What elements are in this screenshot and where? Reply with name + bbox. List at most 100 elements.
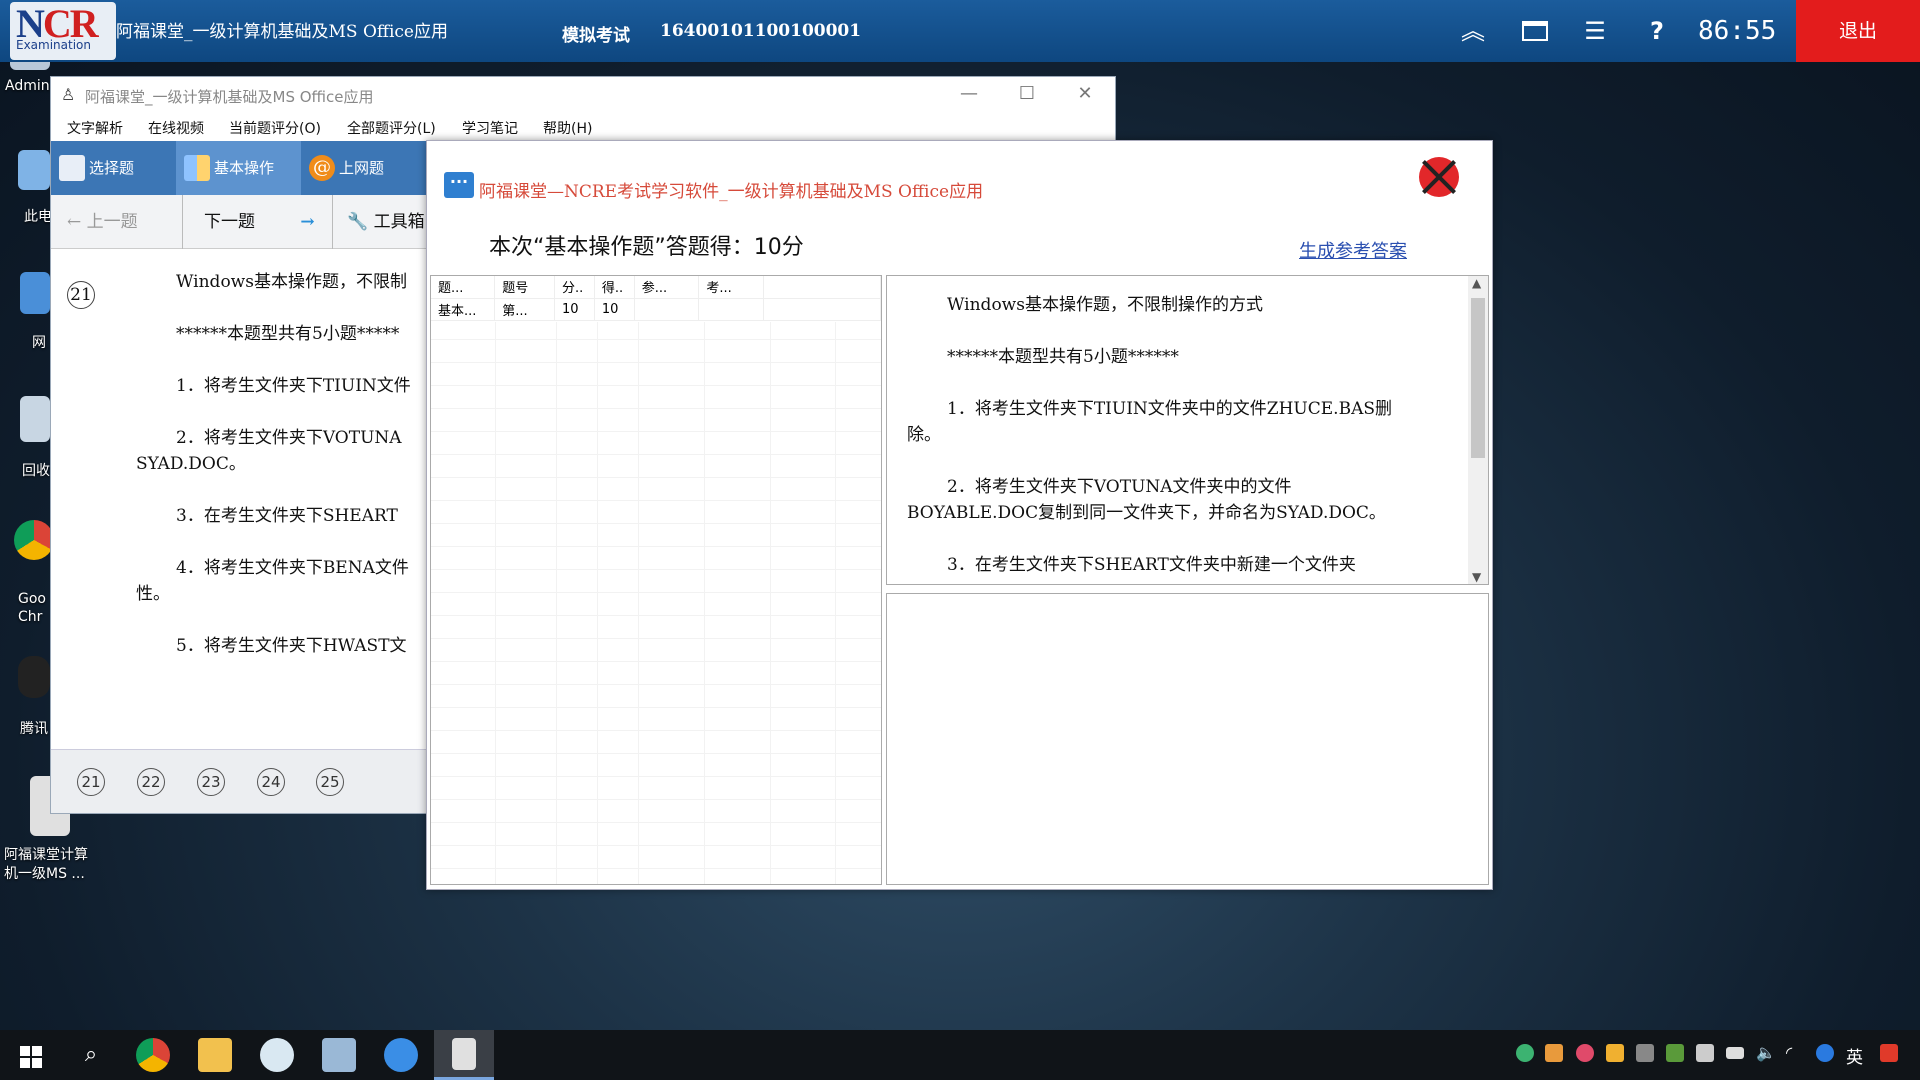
presentation-icon[interactable] <box>322 1038 356 1072</box>
scroll-up-icon[interactable]: ▲ <box>1472 276 1481 290</box>
question-number-bar: 21 22 23 24 25 <box>51 749 426 813</box>
main-titlebar: ♙ 阿福课堂_一级计算机基础及MS Office应用 — ☐ ✕ <box>51 77 1115 113</box>
dialog-title: 阿福课堂—NCRE考试学习软件_一级计算机基础及MS Office应用 <box>479 182 984 202</box>
tray-monitor-icon[interactable] <box>1636 1044 1654 1062</box>
generate-answer-link[interactable]: 生成参考答案 <box>1299 237 1407 263</box>
bluetooth-icon[interactable] <box>1816 1044 1834 1062</box>
col-header[interactable]: 题号 <box>494 276 556 299</box>
col-header[interactable]: 题... <box>431 276 496 299</box>
col-header[interactable]: 考... <box>698 276 765 299</box>
recycle-bin-icon[interactable] <box>20 396 50 442</box>
tray-flower-icon[interactable] <box>1576 1044 1594 1062</box>
table-empty-grid <box>431 322 881 884</box>
next-question-button[interactable]: 下一题 → <box>204 201 315 243</box>
qq-icon[interactable] <box>18 656 50 698</box>
score-result-text: 本次“基本操作题”答题得：10分 <box>489 235 804 260</box>
table-cell <box>698 298 765 321</box>
minimize-button[interactable]: — <box>949 83 989 104</box>
question-number-25[interactable]: 25 <box>316 768 344 796</box>
exam-timer: 86:55 <box>1698 16 1777 46</box>
maximize-button[interactable]: ☐ <box>1007 83 1047 104</box>
close-window-button[interactable]: ✕ <box>1065 83 1105 104</box>
question-line: 4．将考生文件夹下BENA文件 <box>176 558 409 578</box>
tray-screen-icon[interactable] <box>1696 1044 1714 1062</box>
main-menubar: 文字解析 在线视频 当前题评分(O) 全部题评分(L) 学习笔记 帮助(H) <box>51 113 1115 141</box>
table-header-row: 题... 题号 分.. 得.. 参... 考... <box>431 276 881 299</box>
current-question-number: 21 <box>67 281 95 309</box>
question-line: 5．将考生文件夹下HWAST文 <box>176 636 407 656</box>
chat-bubble-icon: ··· <box>444 172 474 198</box>
question-line: 1．将考生文件夹下TIUIN文件 <box>176 376 411 396</box>
tray-nvidia-icon[interactable] <box>1666 1044 1684 1062</box>
mode-tabs: 选择题 基本操作 @ 上网题 <box>51 141 426 195</box>
toolbox-button[interactable]: 🔧 工具箱 <box>347 201 425 243</box>
question-number-22[interactable]: 22 <box>137 768 165 796</box>
tab-internet[interactable]: @ 上网题 <box>301 141 426 195</box>
choice-icon <box>59 155 85 181</box>
answer-line: 2．将考生文件夹下VOTUNA文件夹中的文件 <box>947 477 1292 497</box>
exam-id: 16400101100100001 <box>660 21 862 41</box>
tab-basic-operation[interactable]: 基本操作 <box>176 141 301 195</box>
table-cell: 10 <box>594 298 635 321</box>
menu-score-all[interactable]: 全部题评分(L) <box>347 118 436 138</box>
col-header[interactable]: 分.. <box>554 276 595 299</box>
tray-doc-icon[interactable] <box>1545 1044 1563 1062</box>
afu-taskbar-item[interactable] <box>434 1030 494 1080</box>
wifi-icon[interactable]: ◜ <box>1786 1044 1804 1062</box>
volume-icon[interactable]: 🔈 <box>1756 1044 1776 1062</box>
collapse-up-icon[interactable]: ︽ <box>1458 16 1488 46</box>
answer-text-box[interactable]: Windows基本操作题，不限制操作的方式 ******本题型共有5小题****… <box>886 275 1489 585</box>
question-line: ******本题型共有5小题***** <box>176 324 400 344</box>
browser-e-icon[interactable] <box>384 1038 418 1072</box>
exit-button[interactable]: 退出 <box>1796 0 1920 62</box>
answer-line: BOYABLE.DOC复制到同一文件夹下，并命名为SYAD.DOC。 <box>907 503 1386 523</box>
menu-score-current[interactable]: 当前题评分(O) <box>229 118 321 138</box>
help-icon[interactable]: ? <box>1642 16 1672 46</box>
score-dialog: ··· 阿福课堂—NCRE考试学习软件_一级计算机基础及MS Office应用 … <box>426 140 1493 890</box>
prev-question-button[interactable]: ← 上一题 <box>67 201 138 243</box>
question-number-24[interactable]: 24 <box>257 768 285 796</box>
question-nav: ← 上一题 下一题 → 🔧 工具箱 <box>51 195 426 249</box>
tray-s-icon[interactable] <box>1880 1044 1898 1062</box>
dialog-close-button[interactable] <box>1419 157 1459 197</box>
menu-help[interactable]: 帮助(H) <box>543 118 592 138</box>
desktop-label-qq: 腾讯 <box>20 721 48 737</box>
question-line: 2．将考生文件夹下VOTUNA <box>176 428 402 448</box>
tray-green-icon[interactable] <box>1516 1044 1534 1062</box>
question-content: 21 Windows基本操作题，不限制 ******本题型共有5小题***** … <box>51 249 426 749</box>
scroll-down-icon[interactable]: ▼ <box>1472 570 1481 584</box>
window-icon[interactable] <box>1520 16 1550 46</box>
result-box[interactable] <box>886 593 1489 885</box>
grid-icon <box>184 155 210 181</box>
taskbar: ⌕ 🔈 ◜ 英 <box>0 1030 1920 1080</box>
search-icon[interactable]: ⌕ <box>74 1038 108 1072</box>
battery-icon[interactable] <box>1726 1047 1744 1059</box>
this-pc-icon[interactable] <box>18 150 50 190</box>
menu-online-video[interactable]: 在线视频 <box>148 118 204 138</box>
tray-people-icon[interactable] <box>1606 1044 1624 1062</box>
chrome-icon[interactable] <box>14 520 54 560</box>
settings-flower-icon[interactable] <box>260 1038 294 1072</box>
question-number-23[interactable]: 23 <box>197 768 225 796</box>
col-header[interactable]: 得.. <box>594 276 635 299</box>
wrench-icon: 🔧 <box>347 212 369 232</box>
network-icon[interactable] <box>20 272 50 314</box>
file-explorer-icon[interactable] <box>198 1038 232 1072</box>
arrow-right-icon: → <box>300 212 315 232</box>
tab-choice[interactable]: 选择题 <box>51 141 176 195</box>
scroll-thumb[interactable] <box>1471 298 1485 458</box>
question-number-21[interactable]: 21 <box>77 768 105 796</box>
chrome-taskbar-icon[interactable] <box>136 1038 170 1072</box>
menu-study-notes[interactable]: 学习笔记 <box>462 118 518 138</box>
table-row[interactable]: 基本... 第... 10 10 <box>431 298 881 321</box>
col-header[interactable]: 参... <box>634 276 700 299</box>
question-line: SYAD.DOC。 <box>136 454 246 474</box>
at-sign-icon: @ <box>309 155 335 181</box>
ime-indicator[interactable]: 英 <box>1846 1043 1863 1068</box>
table-cell: 10 <box>554 298 595 321</box>
question-list-icon[interactable]: ☰ <box>1580 16 1610 46</box>
menu-text-analysis[interactable]: 文字解析 <box>67 118 123 138</box>
desktop-label-chrome: Goo Chr <box>18 591 46 625</box>
windows-start-icon[interactable] <box>12 1038 46 1072</box>
answer-scrollbar[interactable]: ▲ ▼ <box>1468 276 1488 584</box>
